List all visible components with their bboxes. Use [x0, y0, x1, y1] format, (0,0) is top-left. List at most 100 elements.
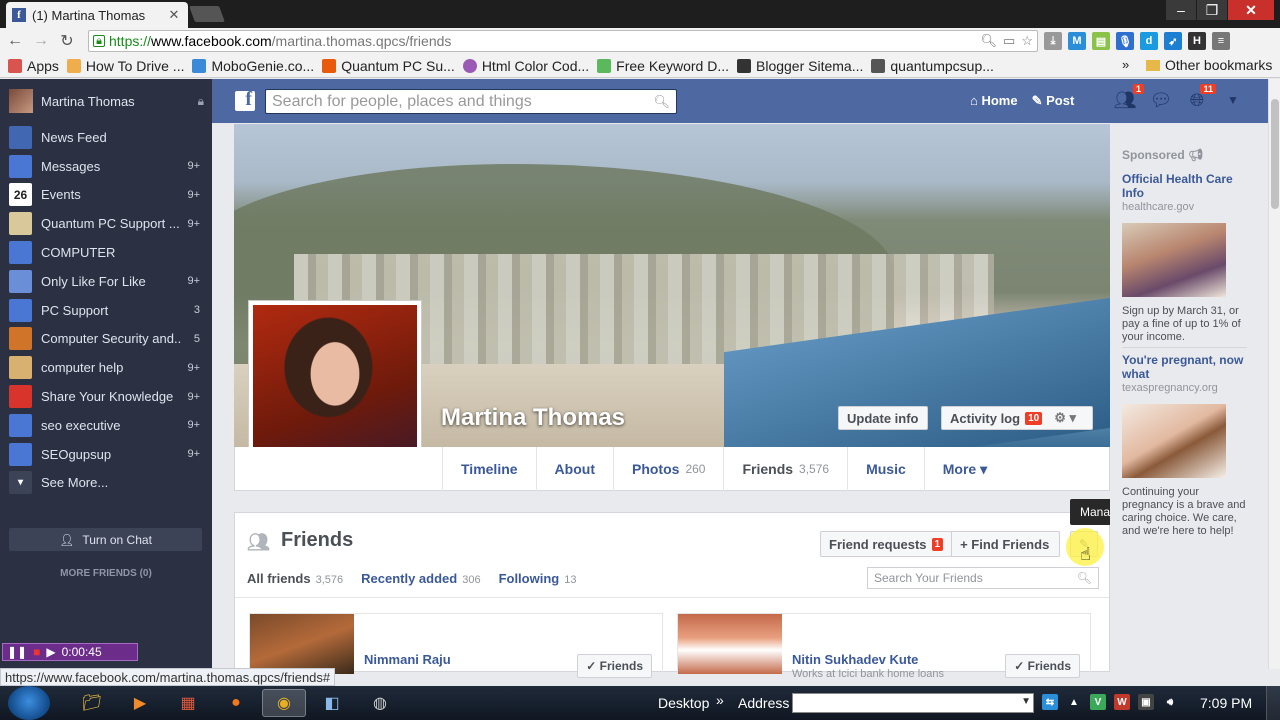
friends-status-button[interactable]: ✓ Friends — [577, 654, 652, 678]
sidebar-item-pc-support[interactable]: PC Support 3 — [0, 296, 212, 325]
sidebar-item-see-more[interactable]: ▾ See More... — [0, 469, 212, 498]
friend-card[interactable]: Nitin Sukhadev Kute Works at Icici bank … — [677, 613, 1091, 680]
extension-icon[interactable]: M — [1068, 32, 1086, 50]
lock-icon[interactable]: 🔒︎ — [198, 94, 204, 109]
bookmark-item[interactable]: Blogger Sitema... — [737, 58, 863, 74]
friends-subtab-all-friends[interactable]: All friends 3,576 — [247, 571, 343, 586]
sidebar-item-computer[interactable]: COMPUTER — [0, 238, 212, 267]
taskbar-clock[interactable]: 7:09 PM — [1200, 695, 1252, 711]
app-icon[interactable]: ▦ — [166, 689, 210, 717]
scrollbar-thumb[interactable] — [1271, 99, 1279, 209]
extension-icon[interactable]: ⤓ — [1044, 32, 1062, 50]
friend-photo[interactable] — [250, 614, 354, 674]
sidebar-item-seogupsup[interactable]: SEOgupsup 9+ — [0, 440, 212, 469]
sidebar-item-only-like-for-like[interactable]: Only Like For Like 9+ — [0, 267, 212, 296]
reload-button[interactable]: ↻ — [56, 31, 78, 51]
ad-image[interactable] — [1122, 404, 1226, 478]
bookmark-item[interactable]: Apps — [8, 58, 59, 74]
chrome-icon[interactable]: ◉ — [262, 689, 306, 717]
sidebar-user[interactable]: Martina Thomas 🔒︎ — [0, 79, 212, 123]
extension-icon[interactable]: d — [1140, 32, 1158, 50]
bookmark-item[interactable]: MoboGenie.co... — [192, 58, 314, 74]
maximize-button[interactable]: ❐ — [1197, 0, 1227, 20]
search-icon[interactable]: 🔍︎ — [653, 94, 670, 110]
gear-icon[interactable]: ⚙︎ ▾ — [1054, 410, 1076, 426]
tray-expand-icon[interactable]: ▲ — [1066, 694, 1082, 710]
sidebar-item-events[interactable]: 26 Events 9+ — [0, 181, 212, 210]
show-desktop-button[interactable] — [1266, 686, 1280, 720]
sidebar-item-computer-security-and[interactable]: Computer Security and... 5 — [0, 325, 212, 354]
go-icon[interactable]: ⇆ — [1042, 694, 1058, 710]
extension-icon[interactable]: ➶ — [1164, 32, 1182, 50]
search-friends-input[interactable]: Search Your Friends 🔍︎ — [867, 567, 1099, 589]
play-icon[interactable]: ▶ — [46, 645, 55, 659]
friends-subtab-following[interactable]: Following 13 — [499, 571, 577, 586]
close-tab-icon[interactable]: ✕ — [166, 7, 182, 23]
address-bar[interactable]: 🔒︎ https:// www.facebook.com /martina.th… — [88, 30, 1038, 52]
account-menu-icon[interactable]: ▼ — [1222, 89, 1244, 111]
other-bookmarks[interactable]: Other bookmarks — [1146, 57, 1272, 73]
volume-icon[interactable]: 🔊︎ — [1162, 694, 1178, 710]
ad-title[interactable]: Official Health Care Info — [1122, 172, 1247, 200]
home-link[interactable]: ⌂ Home — [970, 93, 1018, 109]
tab-about[interactable]: About — [535, 447, 613, 491]
dropdown-icon[interactable]: ▼ — [1021, 696, 1031, 707]
messages-icon[interactable]: 💬︎ — [1150, 89, 1173, 111]
friend-name[interactable]: Nitin Sukhadev Kute — [792, 652, 918, 667]
back-button[interactable]: ← — [4, 32, 26, 50]
microphone-icon[interactable]: 🎙︎ — [1116, 32, 1134, 50]
ad-image[interactable] — [1122, 223, 1226, 297]
bookmark-item[interactable]: Quantum PC Su... — [322, 58, 455, 74]
page-scrollbar[interactable] — [1268, 79, 1280, 669]
ad-title[interactable]: You're pregnant, now what — [1122, 353, 1247, 381]
sidebar-item-seo-executive[interactable]: seo executive 9+ — [0, 411, 212, 440]
stop-icon[interactable]: ■ — [33, 645, 40, 659]
facebook-search-input[interactable]: Search for people, places and things 🔍︎ — [265, 89, 677, 114]
ad-unit[interactable]: Official Health Care Info healthcare.gov… — [1122, 172, 1247, 344]
friend-name[interactable]: Nimmani Raju — [364, 652, 451, 667]
friend-requests-button[interactable]: Friend requests 1 — [821, 532, 953, 556]
tab-more[interactable]: More ▾ — [923, 447, 1005, 491]
extension-icon[interactable]: H — [1188, 32, 1206, 50]
chrome-menu-icon[interactable]: ≡ — [1212, 32, 1230, 50]
tray-app-icon[interactable]: W — [1114, 694, 1130, 710]
forward-button[interactable]: → — [30, 32, 52, 50]
tray-app-icon[interactable]: V — [1090, 694, 1106, 710]
bookmark-star-icon[interactable]: ☆ — [1021, 33, 1033, 49]
notifications-globe-icon[interactable]: 🌐︎ 11 — [1186, 84, 1216, 111]
media-player-icon[interactable]: ▶ — [118, 689, 162, 717]
browser-tab-facebook[interactable]: f (1) Martina Thomas ✕ — [6, 2, 188, 28]
sidebar-item-news-feed[interactable]: News Feed — [0, 123, 212, 152]
friends-status-button[interactable]: ✓ Friends — [1005, 654, 1080, 678]
facebook-logo-icon[interactable]: f — [235, 88, 255, 111]
friends-subtab-recently-added[interactable]: Recently added 306 — [361, 571, 480, 586]
sidebar-item-messages[interactable]: Messages 9+ — [0, 152, 212, 181]
app-icon[interactable]: ◧ — [310, 689, 354, 717]
sidebar-item-quantum-pc-support[interactable]: Quantum PC Support ... 9+ — [0, 209, 212, 238]
taskbar-address-input[interactable]: ▼ — [792, 693, 1034, 713]
close-window-button[interactable]: ✕ — [1228, 0, 1274, 20]
post-link[interactable]: ✎ Post — [1032, 93, 1075, 109]
pause-icon[interactable]: ❚❚ — [7, 645, 27, 659]
start-button[interactable] — [8, 686, 50, 720]
screen-recorder-widget[interactable]: ❚❚ ■ ▶ 0:00:45 — [2, 643, 138, 661]
bookmark-item[interactable]: How To Drive ... — [66, 58, 184, 74]
tab-music[interactable]: Music — [847, 447, 924, 491]
tray-app-icon[interactable]: ▣ — [1138, 694, 1154, 710]
chevron-icon[interactable]: » — [716, 692, 724, 708]
explorer-icon[interactable]: 📁︎ — [70, 689, 114, 717]
sidebar-item-share-your-knowledge[interactable]: Share Your Knowledge 9+ — [0, 382, 212, 411]
bookmarks-overflow-button[interactable]: » — [1122, 57, 1129, 72]
tab-friends[interactable]: Friends 3,576 — [723, 447, 847, 491]
search-icon[interactable]: 🔍︎ — [1077, 571, 1092, 585]
find-friends-button[interactable]: + Find Friends — [952, 532, 1057, 556]
ad-unit[interactable]: You're pregnant, now what texaspregnancy… — [1122, 353, 1247, 538]
app-icon[interactable]: ◍ — [358, 689, 402, 717]
sidebar-item-computer-help[interactable]: computer help 9+ — [0, 353, 212, 382]
bookmark-item[interactable]: Html Color Cod... — [462, 58, 589, 74]
bookmark-item[interactable]: quantumpcsup... — [871, 58, 994, 74]
new-tab-button[interactable] — [189, 6, 225, 22]
friend-card[interactable]: Nimmani Raju ✓ Friends — [249, 613, 663, 678]
bookmark-item[interactable]: Free Keyword D... — [597, 58, 729, 74]
extension-icon[interactable]: ▤ — [1092, 32, 1110, 50]
